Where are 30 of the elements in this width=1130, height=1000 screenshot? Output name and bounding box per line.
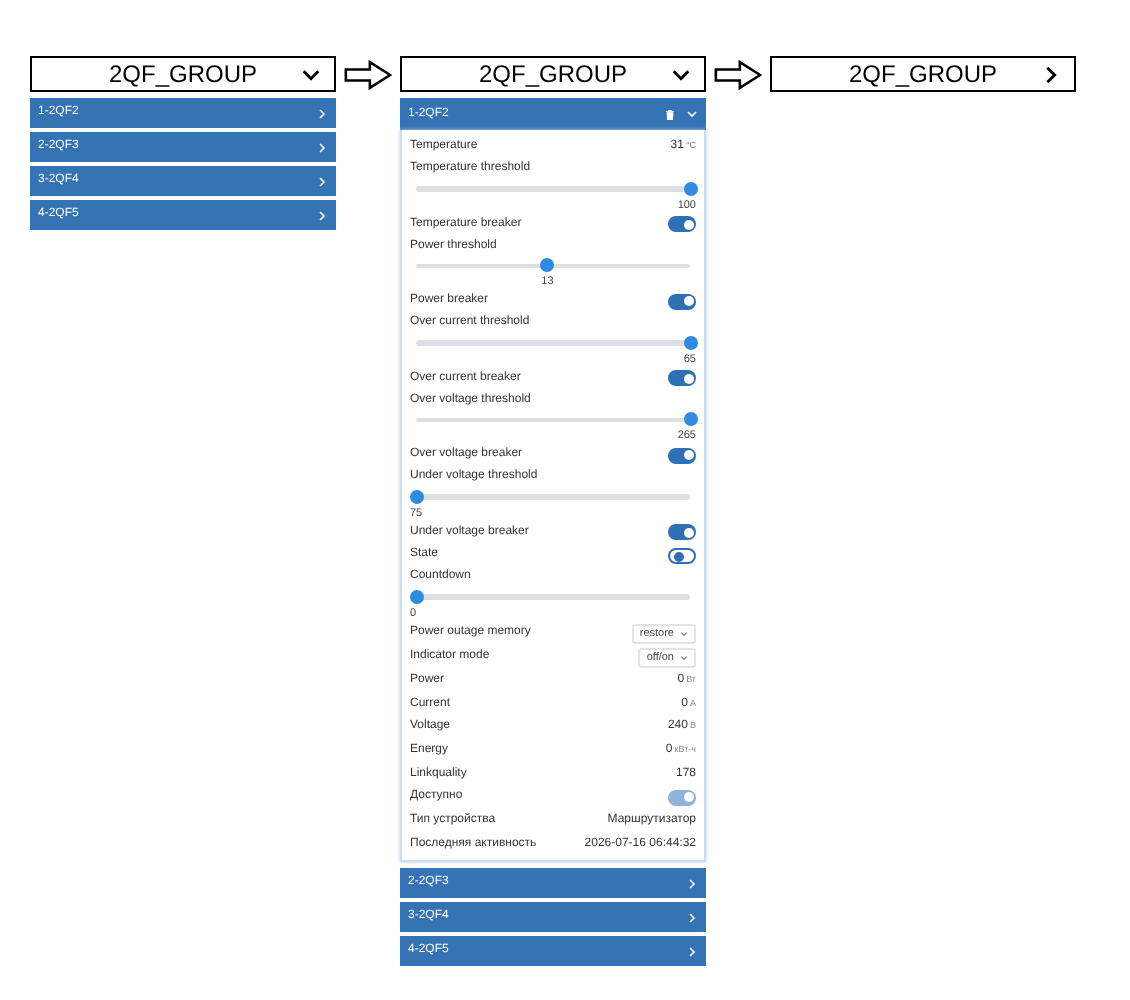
group-dropdown[interactable]: 2QF_GROUP <box>30 56 336 92</box>
chevron-icon <box>316 175 328 187</box>
slider-thumb[interactable] <box>683 181 697 196</box>
chevron-icon <box>686 108 698 120</box>
group-dropdown[interactable]: 2QF_GROUP <box>400 56 706 92</box>
slider-track[interactable] <box>416 594 690 600</box>
arrow-icon <box>714 60 762 90</box>
slider-thumb[interactable] <box>683 335 697 350</box>
toggle-switch[interactable] <box>668 547 696 564</box>
toggle-switch[interactable] <box>668 216 696 233</box>
slider-track[interactable] <box>416 263 690 269</box>
toggle-switch[interactable] <box>668 370 696 387</box>
slider-thumb[interactable] <box>540 258 555 273</box>
slider-thumb[interactable] <box>409 589 423 604</box>
chevron-icon <box>316 141 328 153</box>
slider-track[interactable] <box>416 494 690 500</box>
chevron-icon <box>686 877 698 889</box>
chevron-icon <box>316 107 328 119</box>
slider-thumb[interactable] <box>409 489 423 504</box>
group-dropdown[interactable]: 2QF_GROUP <box>770 56 1076 92</box>
toggle-switch[interactable] <box>668 447 696 464</box>
chevron-icon <box>1040 63 1062 85</box>
chevron-icon <box>686 911 698 923</box>
toggle-switch[interactable] <box>668 524 696 541</box>
toggle-switch[interactable] <box>668 293 696 310</box>
trash-icon[interactable] <box>666 109 674 119</box>
arrow-icon <box>344 60 392 90</box>
chevron-icon <box>316 209 328 221</box>
slider-thumb[interactable] <box>683 412 697 427</box>
chevron-icon <box>686 945 698 957</box>
